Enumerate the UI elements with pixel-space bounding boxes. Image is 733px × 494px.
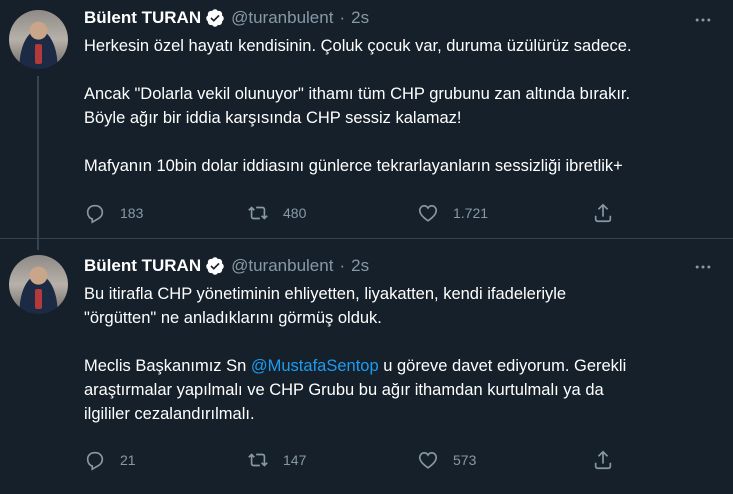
reply-count: 183 — [120, 205, 144, 221]
like-icon — [418, 205, 438, 222]
retweet-count: 480 — [283, 205, 307, 221]
share-icon — [594, 450, 612, 470]
verified-badge-icon — [205, 8, 225, 28]
more-icon[interactable] — [691, 8, 715, 32]
share-button[interactable] — [592, 202, 614, 224]
timestamp[interactable]: 2s — [351, 256, 369, 276]
verified-badge-icon — [205, 256, 225, 276]
retweet-button[interactable]: 147 — [247, 449, 306, 471]
separator-dot: · — [339, 256, 346, 275]
more-icon[interactable] — [691, 255, 715, 279]
tweet-text-span: u göreve davet ediyorum. Gerekli — [378, 357, 627, 375]
reply-icon — [86, 204, 104, 224]
like-button[interactable]: 1.721 — [417, 202, 488, 224]
tweet-line: "örgütten" ne anladıklarını görmüş olduk… — [84, 309, 382, 327]
reply-button[interactable]: 183 — [84, 202, 143, 224]
handle[interactable]: @turanbulent — [231, 256, 333, 276]
share-icon — [594, 203, 612, 223]
tweet-line: Meclis Başkanımız Sn @MustafaSentop u gö… — [84, 354, 724, 378]
like-count: 573 — [453, 452, 477, 468]
tweet-line: Böyle ağır bir iddia karşısında CHP sess… — [84, 109, 462, 127]
tweet-line: Ancak "Dolarla vekil olunuyor" ithamı tü… — [84, 85, 631, 103]
reply-icon — [86, 451, 104, 471]
thread-line — [37, 76, 39, 250]
avatar[interactable] — [9, 10, 68, 69]
retweet-icon — [248, 206, 268, 220]
like-count: 1.721 — [453, 205, 489, 221]
tweet-line: araştırmalar yapılmalı ve CHP Grubu bu a… — [84, 381, 604, 399]
tweet-1[interactable]: Bülent TURAN @turanbulent · 2s Herkesin … — [0, 0, 733, 250]
retweet-icon — [248, 453, 268, 467]
share-button[interactable] — [592, 449, 614, 471]
retweet-count: 147 — [283, 452, 307, 468]
tweet-line: Mafyanın 10bin dolar iddiasını günlerce … — [84, 157, 623, 175]
timestamp[interactable]: 2s — [351, 8, 369, 28]
mention-link[interactable]: @MustafaSentop — [251, 357, 379, 375]
retweet-button[interactable]: 480 — [247, 202, 306, 224]
separator-dot: · — [339, 8, 346, 27]
tweet-text: Bu itirafla CHP yönetiminin ehliyetten, … — [84, 282, 724, 426]
tweet-line: Bu itirafla CHP yönetiminin ehliyetten, … — [84, 285, 567, 303]
handle[interactable]: @turanbulent — [231, 8, 333, 28]
tweet-text-span: Meclis Başkanımız Sn — [84, 357, 251, 375]
tweet-line: ilgililer cezalandırılmalı. — [84, 405, 255, 423]
like-icon — [418, 452, 438, 469]
tweet-line: Herkesin özel hayatı kendisinin. Çoluk ç… — [84, 37, 632, 55]
tweet-header: Bülent TURAN @turanbulent · 2s — [84, 254, 369, 278]
like-button[interactable]: 573 — [417, 449, 476, 471]
tweet-text: Herkesin özel hayatı kendisinin. Çoluk ç… — [84, 34, 724, 178]
display-name[interactable]: Bülent TURAN — [84, 256, 201, 276]
tweet-header: Bülent TURAN @turanbulent · 2s — [84, 6, 369, 30]
reply-count: 21 — [120, 452, 136, 468]
reply-button[interactable]: 21 — [84, 449, 136, 471]
avatar[interactable] — [9, 255, 68, 314]
tweet-2[interactable]: Bülent TURAN @turanbulent · 2s Bu itiraf… — [0, 238, 733, 494]
display-name[interactable]: Bülent TURAN — [84, 8, 201, 28]
